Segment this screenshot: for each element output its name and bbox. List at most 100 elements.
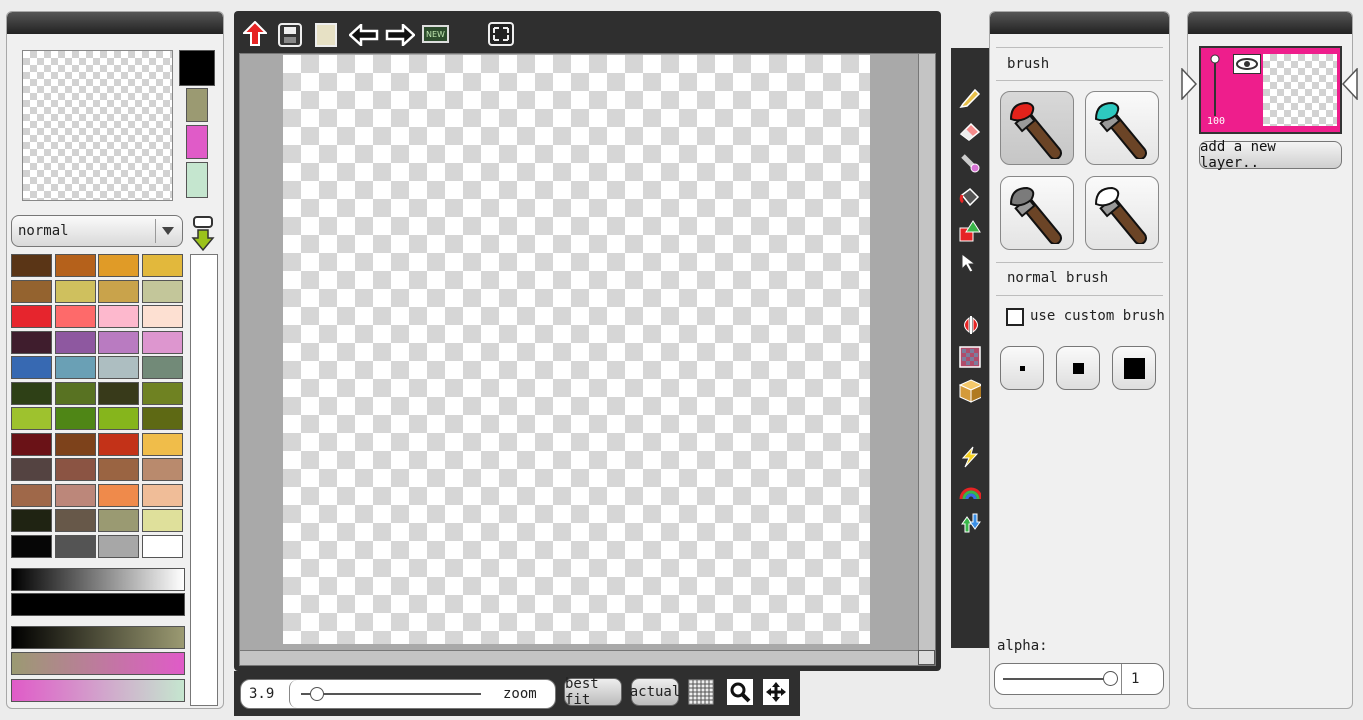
layer-item[interactable]: 100: [1199, 46, 1342, 134]
palette-swatch[interactable]: [98, 381, 139, 405]
pencil-icon[interactable]: [959, 86, 981, 108]
palette-swatch[interactable]: [11, 381, 52, 405]
palette-swatch[interactable]: [98, 407, 139, 430]
pan-icon[interactable]: [763, 679, 789, 705]
palette-swatch[interactable]: [98, 305, 139, 328]
color-strip[interactable]: [190, 254, 218, 706]
horizontal-scrollbar[interactable]: [240, 650, 920, 665]
lightning-icon[interactable]: [959, 446, 981, 468]
primary-color-swatch[interactable]: [179, 50, 215, 86]
palette-swatch[interactable]: [141, 381, 183, 405]
gradient-swatch[interactable]: [11, 568, 185, 591]
recycle-icon[interactable]: [959, 512, 981, 534]
palette-swatch[interactable]: [11, 305, 52, 328]
brush-gray[interactable]: [1000, 176, 1074, 250]
rainbow-icon[interactable]: [959, 480, 981, 502]
palette-swatch[interactable]: [11, 483, 52, 507]
zoom-value[interactable]: 3.9: [249, 686, 274, 702]
palette-swatch[interactable]: [98, 458, 139, 481]
palette-swatch[interactable]: [141, 458, 183, 481]
palette-swatch[interactable]: [141, 279, 183, 303]
palette-swatch[interactable]: [54, 381, 96, 405]
palette-swatch[interactable]: [54, 407, 96, 430]
palette-swatch[interactable]: [54, 458, 96, 481]
alpha-slider-thumb[interactable]: [1103, 671, 1118, 686]
palette-swatch[interactable]: [54, 279, 96, 303]
eyedropper-icon[interactable]: [959, 152, 981, 174]
brush-size-medium[interactable]: [1056, 346, 1100, 390]
palette-swatch[interactable]: [98, 534, 139, 558]
alpha-slider-track[interactable]: [1003, 678, 1113, 680]
palette-swatch[interactable]: [11, 254, 52, 277]
palette-swatch[interactable]: [54, 356, 96, 379]
palette-swatch[interactable]: [98, 356, 139, 379]
recent-color-swatch[interactable]: [186, 162, 208, 198]
grid-icon[interactable]: [688, 679, 714, 709]
actual-size-button[interactable]: actual: [630, 678, 680, 706]
palette-swatch[interactable]: [141, 407, 183, 430]
gradient-swatch[interactable]: [11, 652, 185, 675]
palette-swatch[interactable]: [141, 356, 183, 379]
palette-swatch[interactable]: [141, 305, 183, 328]
palette-swatch[interactable]: [11, 509, 52, 532]
eraser-icon[interactable]: [959, 120, 981, 142]
palette-swatch[interactable]: [141, 483, 183, 507]
magnifier-icon[interactable]: [727, 679, 753, 705]
pattern-icon[interactable]: [959, 346, 981, 368]
palette-swatch[interactable]: [98, 509, 139, 532]
palette-swatch[interactable]: [98, 432, 139, 456]
fullscreen-icon[interactable]: [488, 22, 514, 50]
bucket-icon[interactable]: [959, 186, 981, 208]
gradient-swatch[interactable]: [11, 626, 185, 649]
palette-swatch[interactable]: [54, 534, 96, 558]
palette-swatch[interactable]: [11, 330, 52, 354]
palette-swatch[interactable]: [98, 330, 139, 354]
brush-white[interactable]: [1085, 176, 1159, 250]
save-icon[interactable]: [278, 23, 302, 51]
vertical-scrollbar[interactable]: [918, 54, 935, 650]
palette-swatch[interactable]: [141, 432, 183, 456]
shape-icon[interactable]: [959, 220, 981, 242]
palette-swatch[interactable]: [11, 407, 52, 430]
palette-swatch[interactable]: [98, 483, 139, 507]
mirror-icon[interactable]: [959, 314, 981, 336]
palette-swatch[interactable]: [98, 254, 139, 277]
layer-opacity-slider[interactable]: [1210, 54, 1220, 116]
palette-swatch[interactable]: [11, 432, 52, 456]
blank-page-icon[interactable]: [314, 23, 338, 51]
fill-arrow-icon[interactable]: [191, 216, 215, 256]
recent-color-swatch[interactable]: [186, 88, 208, 122]
upload-icon[interactable]: [241, 20, 269, 51]
palette-swatch[interactable]: [54, 254, 96, 277]
palette-swatch[interactable]: [141, 534, 183, 558]
brush-cyan[interactable]: [1085, 91, 1159, 165]
blend-mode-select[interactable]: normal: [11, 215, 183, 247]
palette-swatch[interactable]: [141, 330, 183, 354]
gradient-swatch[interactable]: [11, 593, 185, 616]
gradient-swatch[interactable]: [11, 679, 185, 702]
palette-swatch[interactable]: [11, 458, 52, 481]
palette-swatch[interactable]: [54, 483, 96, 507]
palette-swatch[interactable]: [141, 254, 183, 277]
undo-icon[interactable]: [348, 22, 379, 50]
custom-brush-checkbox[interactable]: [1006, 308, 1024, 326]
drawing-canvas[interactable]: [283, 55, 870, 644]
brush-size-small[interactable]: [1000, 346, 1044, 390]
eye-icon[interactable]: [1233, 54, 1261, 74]
recent-color-swatch[interactable]: [186, 125, 208, 159]
new-icon[interactable]: NEW: [422, 25, 449, 43]
palette-swatch[interactable]: [141, 509, 183, 532]
palette-swatch[interactable]: [54, 509, 96, 532]
palette-swatch[interactable]: [11, 279, 52, 303]
select-cursor-icon[interactable]: [959, 252, 981, 274]
palette-swatch[interactable]: [98, 279, 139, 303]
palette-swatch[interactable]: [54, 330, 96, 354]
palette-swatch[interactable]: [54, 305, 96, 328]
cube-icon[interactable]: [959, 379, 981, 403]
zoom-slider-track[interactable]: [301, 693, 481, 695]
palette-swatch[interactable]: [54, 432, 96, 456]
zoom-slider-thumb[interactable]: [310, 687, 324, 701]
palette-swatch[interactable]: [11, 356, 52, 379]
brush-size-large[interactable]: [1112, 346, 1156, 390]
palette-swatch[interactable]: [11, 534, 52, 558]
